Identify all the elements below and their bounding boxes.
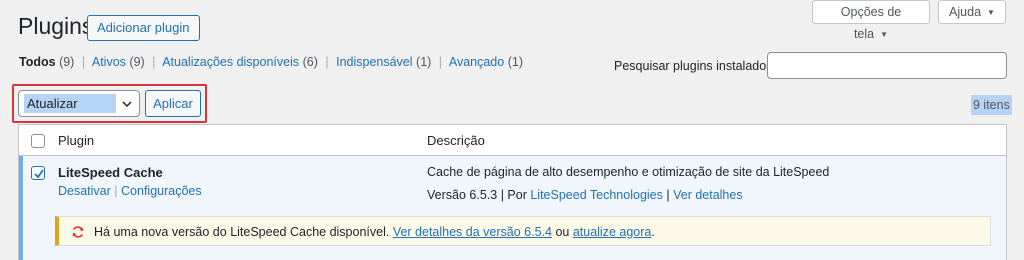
notice-period: . bbox=[651, 225, 655, 239]
screen-options-label: Opções de tela bbox=[840, 5, 902, 41]
caret-down-icon: ▼ bbox=[880, 30, 889, 39]
filter-active[interactable]: Ativos bbox=[92, 55, 126, 69]
plugin-version: Versão 6.5.3 bbox=[427, 188, 498, 202]
items-count: 9 itens bbox=[971, 95, 1012, 115]
checkmark-icon bbox=[34, 169, 44, 179]
table-row: LiteSpeed Cache Desativar | Configuraçõe… bbox=[19, 156, 1006, 260]
table-header: Plugin Descrição bbox=[19, 125, 1006, 156]
plugin-row-actions: Desativar | Configurações bbox=[58, 184, 202, 198]
deactivate-link[interactable]: Desativar bbox=[58, 184, 111, 198]
filter-separator: | bbox=[81, 55, 86, 69]
column-description[interactable]: Descrição bbox=[427, 133, 485, 148]
filter-all[interactable]: Todos bbox=[19, 55, 56, 69]
plugin-checkbox[interactable] bbox=[31, 166, 45, 180]
filter-dropins-count: (1) bbox=[507, 55, 523, 69]
filter-updates[interactable]: Atualizações disponíveis bbox=[162, 55, 299, 69]
plugin-meta: Versão 6.5.3 | Por LiteSpeed Technologie… bbox=[427, 188, 743, 202]
filter-updates-count: (6) bbox=[302, 55, 318, 69]
chevron-down-icon bbox=[122, 101, 132, 108]
filter-separator: | bbox=[325, 55, 329, 69]
plugin-name: LiteSpeed Cache bbox=[58, 165, 163, 180]
help-label: Ajuda bbox=[949, 5, 982, 19]
search-label: Pesquisar plugins instalados bbox=[614, 59, 773, 73]
plugin-status-filters: Todos (9) | Ativos (9) | Atualizações di… bbox=[19, 55, 523, 69]
notice-or: ou bbox=[555, 225, 570, 239]
update-now-link[interactable]: atualize agora bbox=[573, 225, 652, 239]
notice-message: Há uma nova versão do LiteSpeed Cache di… bbox=[94, 225, 390, 239]
filter-all-count: (9) bbox=[59, 55, 75, 69]
column-plugin[interactable]: Plugin bbox=[58, 133, 94, 148]
filter-separator: | bbox=[438, 55, 443, 69]
author-link[interactable]: LiteSpeed Technologies bbox=[530, 188, 663, 202]
screen-options-button[interactable]: Opções de tela ▼ bbox=[812, 0, 930, 41]
action-separator: | bbox=[114, 184, 122, 198]
plugin-by: Por bbox=[507, 188, 527, 202]
caret-down-icon: ▼ bbox=[987, 8, 995, 17]
search-input[interactable] bbox=[767, 52, 1007, 79]
bulk-action-select[interactable]: Atualizar bbox=[18, 90, 140, 117]
filter-active-count: (9) bbox=[129, 55, 145, 69]
settings-link[interactable]: Configurações bbox=[121, 184, 202, 198]
plugin-description: Cache de página de alto desempenho e oti… bbox=[427, 165, 830, 179]
filter-mustuse-count: (1) bbox=[416, 55, 432, 69]
help-button[interactable]: Ajuda ▼ bbox=[938, 0, 1006, 24]
view-details-link[interactable]: Ver detalhes bbox=[673, 188, 743, 202]
apply-button[interactable]: Aplicar bbox=[145, 90, 201, 117]
filter-mustuse[interactable]: Indispensável bbox=[336, 55, 412, 69]
add-plugin-button[interactable]: Adicionar plugin bbox=[87, 15, 200, 41]
filter-dropins[interactable]: Avançado bbox=[449, 55, 504, 69]
plugins-table: Plugin Descrição LiteSpeed Cache Desativ… bbox=[18, 124, 1007, 260]
bulk-action-selected: Atualizar bbox=[24, 94, 116, 113]
update-notice-text: Há uma nova versão do LiteSpeed Cache di… bbox=[94, 225, 655, 239]
update-refresh-icon bbox=[72, 226, 84, 238]
update-notice: Há uma nova versão do LiteSpeed Cache di… bbox=[55, 216, 991, 246]
filter-separator: | bbox=[152, 55, 156, 69]
select-all-checkbox[interactable] bbox=[31, 134, 45, 148]
page-title: Plugins bbox=[18, 13, 94, 39]
version-details-link[interactable]: Ver detalhes da versão 6.5.4 bbox=[393, 225, 552, 239]
